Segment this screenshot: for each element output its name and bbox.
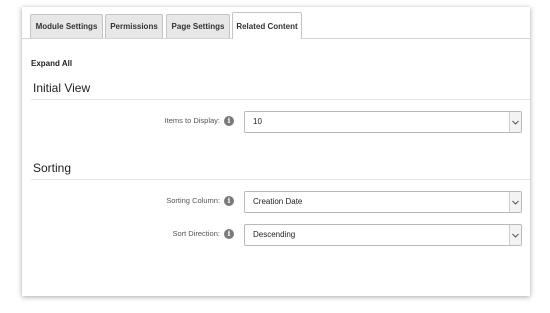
sorting-column-label: Sorting Column: [166, 196, 220, 205]
select-value: Creation Date [253, 197, 303, 206]
select-value: 10 [253, 117, 262, 126]
section-title-initial-view[interactable]: Initial View [33, 81, 90, 95]
tab-label: Permissions [110, 22, 158, 31]
info-icon[interactable]: i [224, 116, 234, 126]
tab-label: Page Settings [171, 22, 225, 31]
section-title-sorting[interactable]: Sorting [33, 161, 71, 175]
items-to-display-label: Items to Display: [164, 116, 220, 125]
expand-all-link[interactable]: Expand All [31, 59, 72, 68]
sort-direction-label: Sort Direction: [172, 229, 220, 238]
module-settings-panel: Module Settings Permissions Page Setting… [22, 7, 530, 296]
tab-page-settings[interactable]: Page Settings [166, 14, 230, 38]
tab-related-content[interactable]: Related Content [232, 12, 302, 39]
tab-label: Module Settings [35, 22, 98, 31]
tab-bar: Module Settings Permissions Page Setting… [22, 7, 530, 39]
items-to-display-select[interactable]: 10 [244, 111, 522, 133]
info-icon[interactable]: i [224, 196, 234, 206]
chevron-down-icon [509, 225, 521, 245]
sort-direction-select[interactable]: Descending [244, 224, 522, 246]
info-icon[interactable]: i [224, 229, 234, 239]
section-divider [31, 99, 530, 100]
sorting-column-select[interactable]: Creation Date [244, 191, 522, 213]
tab-label: Related Content [236, 21, 298, 31]
chevron-down-icon [509, 112, 521, 132]
chevron-down-icon [509, 192, 521, 212]
tab-permissions[interactable]: Permissions [105, 14, 163, 38]
section-divider [31, 179, 530, 180]
select-value: Descending [253, 230, 296, 239]
tab-module-settings[interactable]: Module Settings [30, 14, 103, 38]
